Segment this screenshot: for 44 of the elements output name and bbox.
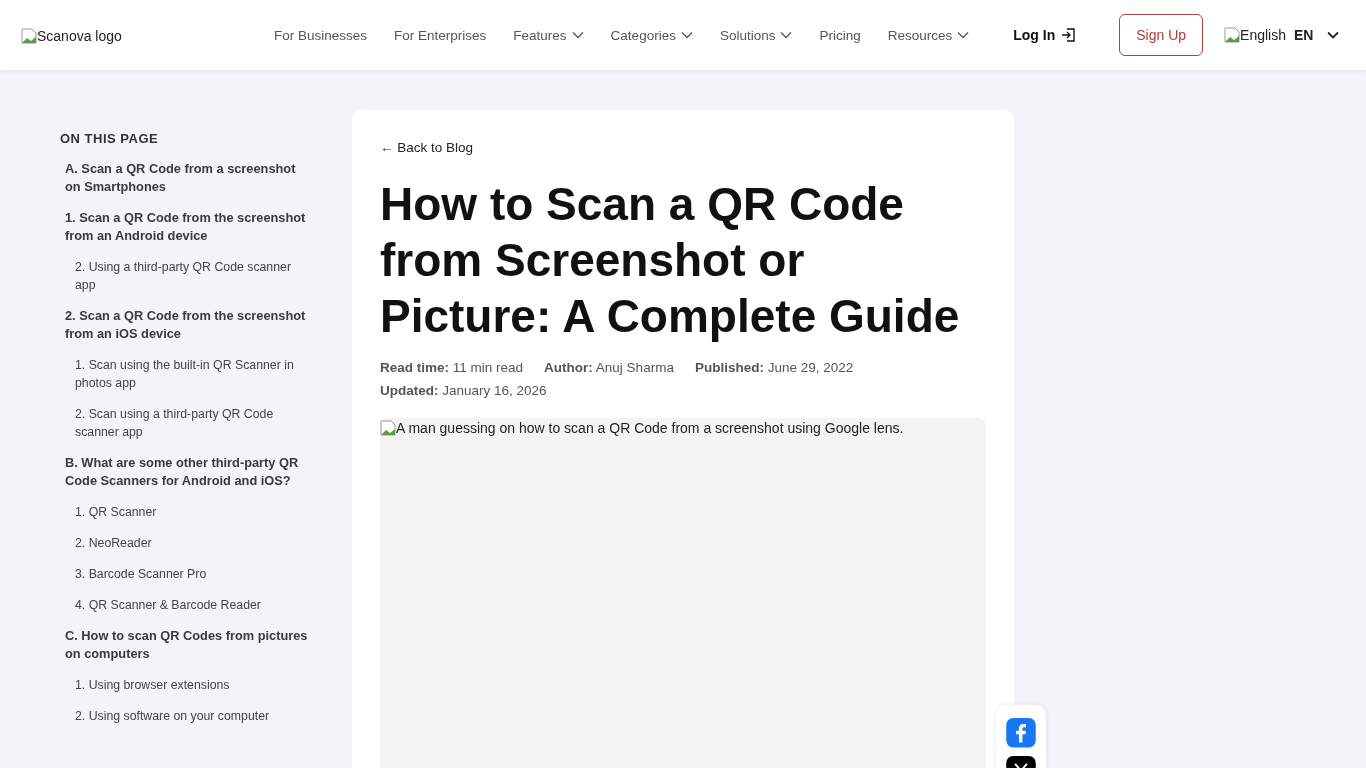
language-alt-text: English — [1240, 27, 1286, 43]
toc-heading: ON THIS PAGE — [60, 131, 160, 146]
facebook-icon[interactable] — [1006, 718, 1036, 748]
chevron-down-icon — [780, 31, 793, 39]
chevron-down-icon — [571, 31, 584, 39]
nav-link[interactable]: Categories — [610, 27, 693, 43]
image-alt-text: A man guessing on how to scan a QR Code from a screenshot using Google lens. — [396, 420, 904, 436]
nav-link[interactable]: Solutions — [719, 27, 793, 43]
nav-link[interactable]: Pricing — [819, 27, 861, 43]
toc-sublink[interactable]: 3. Barcode Scanner Pro — [75, 565, 310, 583]
nav-link[interactable]: For Enterprises — [394, 27, 487, 43]
language-code: EN — [1294, 27, 1314, 43]
toc-sublink[interactable]: 1. QR Scanner — [75, 503, 310, 521]
article-meta: Author: Anuj Sharma — [544, 360, 674, 375]
toc-sublink[interactable]: 4. QR Scanner & Barcode Reader — [75, 596, 310, 614]
toc-sublink[interactable]: 2. Using a third-party QR Code scanner app — [75, 258, 310, 294]
login-icon — [1061, 28, 1076, 42]
toc-link[interactable]: C. How to scan QR Codes from pictures on computers — [65, 627, 310, 663]
broken-image-icon — [1224, 27, 1241, 43]
article-meta: Published: June 29, 2022 — [694, 360, 854, 375]
article-meta: Updated: January 16, 2026 — [380, 383, 547, 398]
article-meta: Read time: 11 min read — [380, 360, 524, 375]
chevron-down-icon — [680, 31, 693, 39]
toc-sublink[interactable]: 2. NeoReader — [75, 534, 310, 552]
toc-sublink[interactable]: 1. Scan using the built-in QR Scanner in photos app — [75, 356, 310, 392]
broken-image-icon — [21, 28, 37, 44]
toc-sublink[interactable]: 2. Using software on your computer — [75, 707, 310, 725]
toc-sublink[interactable]: 2. Scan using a third-party QR Code scanner app — [75, 405, 310, 441]
chevron-down-icon — [957, 31, 970, 39]
toc-link[interactable]: 2. Scan a QR Code from the screenshot from an iOS device — [65, 307, 310, 343]
nav-link[interactable]: Features — [513, 27, 584, 43]
toc-link[interactable]: A. Scan a QR Code from a screenshot on Smartphones — [65, 160, 310, 196]
language-dropdown-button[interactable] — [1327, 31, 1340, 39]
login-link[interactable]: Log In — [1013, 27, 1076, 43]
toc-link[interactable]: B. What are some other third-party QR Code Scanners for Android and iOS? — [65, 454, 310, 490]
back-to-blog-link[interactable]: ← Back to Blog — [380, 140, 474, 155]
nav-link[interactable]: Resources — [887, 27, 970, 43]
toc-sublink[interactable]: 1. Using browser extensions — [75, 676, 310, 694]
article-title: How to Scan a QR Code from Screenshot or Picture: A Complete Guide — [380, 177, 961, 344]
logo-alt-text[interactable]: Scanova logo — [37, 28, 122, 44]
chevron-down-icon — [1327, 31, 1340, 39]
nav-link[interactable]: For Businesses — [274, 27, 368, 43]
sign-up-button[interactable]: Sign Up — [1119, 14, 1204, 56]
toc-link[interactable]: 1. Scan a QR Code from the screenshot from an Android device — [65, 209, 310, 245]
